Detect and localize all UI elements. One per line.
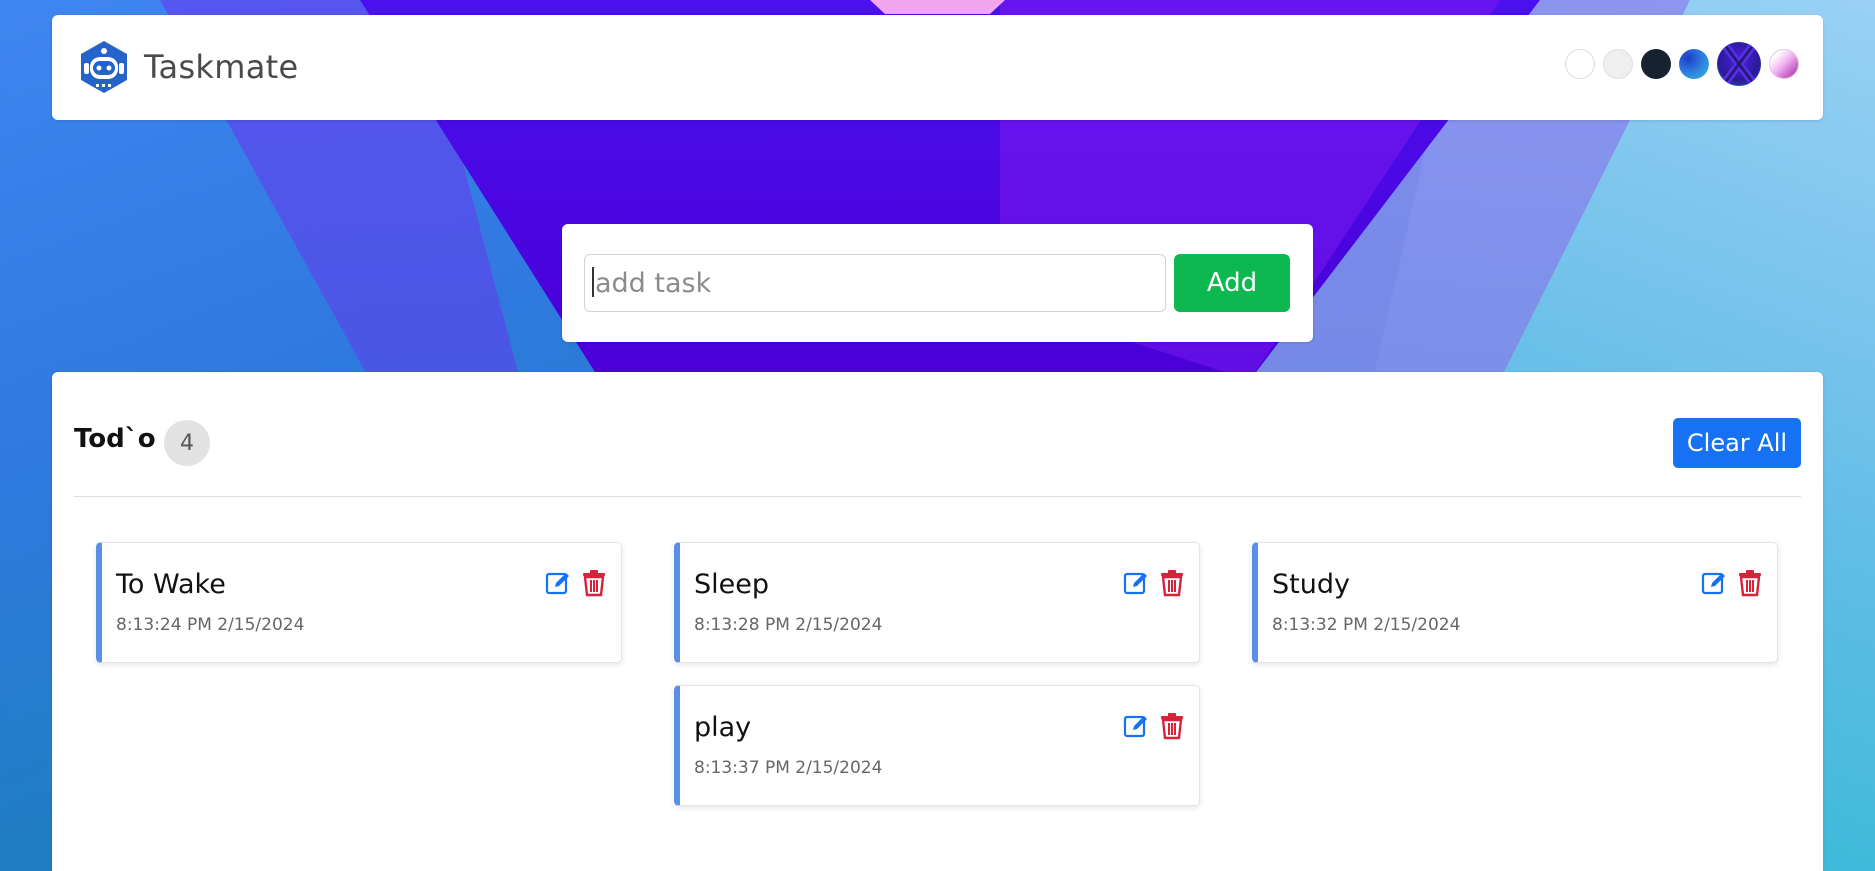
task-card: Sleep 8:13:28 PM 2/15/2024 bbox=[674, 542, 1200, 663]
task-actions bbox=[1123, 569, 1185, 597]
trash-icon[interactable] bbox=[1159, 712, 1185, 740]
trash-icon[interactable] bbox=[581, 569, 607, 597]
todo-panel: Tod`o 4 Clear All To Wake 8:13:24 PM 2/1… bbox=[52, 372, 1823, 871]
theme-white-swatch[interactable] bbox=[1565, 49, 1595, 79]
brand[interactable]: Taskmate bbox=[76, 39, 298, 95]
robot-logo-icon bbox=[81, 41, 127, 93]
task-card: To Wake 8:13:24 PM 2/15/2024 bbox=[96, 542, 622, 663]
app-title: Taskmate bbox=[144, 48, 299, 86]
task-name: To Wake bbox=[116, 569, 226, 600]
app-header: Taskmate bbox=[52, 15, 1823, 120]
trash-icon[interactable] bbox=[1737, 569, 1763, 597]
todo-count-badge: 4 bbox=[164, 420, 210, 466]
task-card: play 8:13:37 PM 2/15/2024 bbox=[674, 685, 1200, 806]
task-name: Sleep bbox=[694, 569, 770, 600]
task-timestamp: 8:13:28 PM 2/15/2024 bbox=[694, 615, 883, 635]
task-timestamp: 8:13:37 PM 2/15/2024 bbox=[694, 758, 883, 778]
task-timestamp: 8:13:24 PM 2/15/2024 bbox=[116, 615, 305, 635]
edit-icon[interactable] bbox=[545, 569, 571, 597]
theme-switcher bbox=[1565, 42, 1799, 86]
edit-icon[interactable] bbox=[1123, 712, 1149, 740]
theme-dark-swatch[interactable] bbox=[1641, 49, 1671, 79]
task-timestamp: 8:13:32 PM 2/15/2024 bbox=[1272, 615, 1461, 635]
trash-icon[interactable] bbox=[1159, 569, 1185, 597]
task-name: play bbox=[694, 712, 752, 743]
divider bbox=[74, 496, 1801, 497]
task-name: Study bbox=[1272, 569, 1350, 600]
add-task-form: Add bbox=[562, 224, 1313, 342]
task-input[interactable] bbox=[584, 254, 1166, 312]
theme-pink-swatch[interactable] bbox=[1769, 49, 1799, 79]
clear-all-button[interactable]: Clear All bbox=[1673, 418, 1801, 468]
task-actions bbox=[1701, 569, 1763, 597]
edit-icon[interactable] bbox=[1123, 569, 1149, 597]
task-actions bbox=[545, 569, 607, 597]
edit-icon[interactable] bbox=[1701, 569, 1727, 597]
text-caret bbox=[592, 267, 594, 297]
theme-x-swatch[interactable] bbox=[1717, 42, 1761, 86]
task-card: Study 8:13:32 PM 2/15/2024 bbox=[1252, 542, 1778, 663]
x-pattern-icon bbox=[1723, 44, 1755, 84]
theme-light-gray-swatch[interactable] bbox=[1603, 49, 1633, 79]
theme-blue-swatch[interactable] bbox=[1679, 49, 1709, 79]
add-button[interactable]: Add bbox=[1174, 254, 1290, 312]
task-actions bbox=[1123, 712, 1185, 740]
todo-title: Tod`o bbox=[74, 424, 156, 454]
